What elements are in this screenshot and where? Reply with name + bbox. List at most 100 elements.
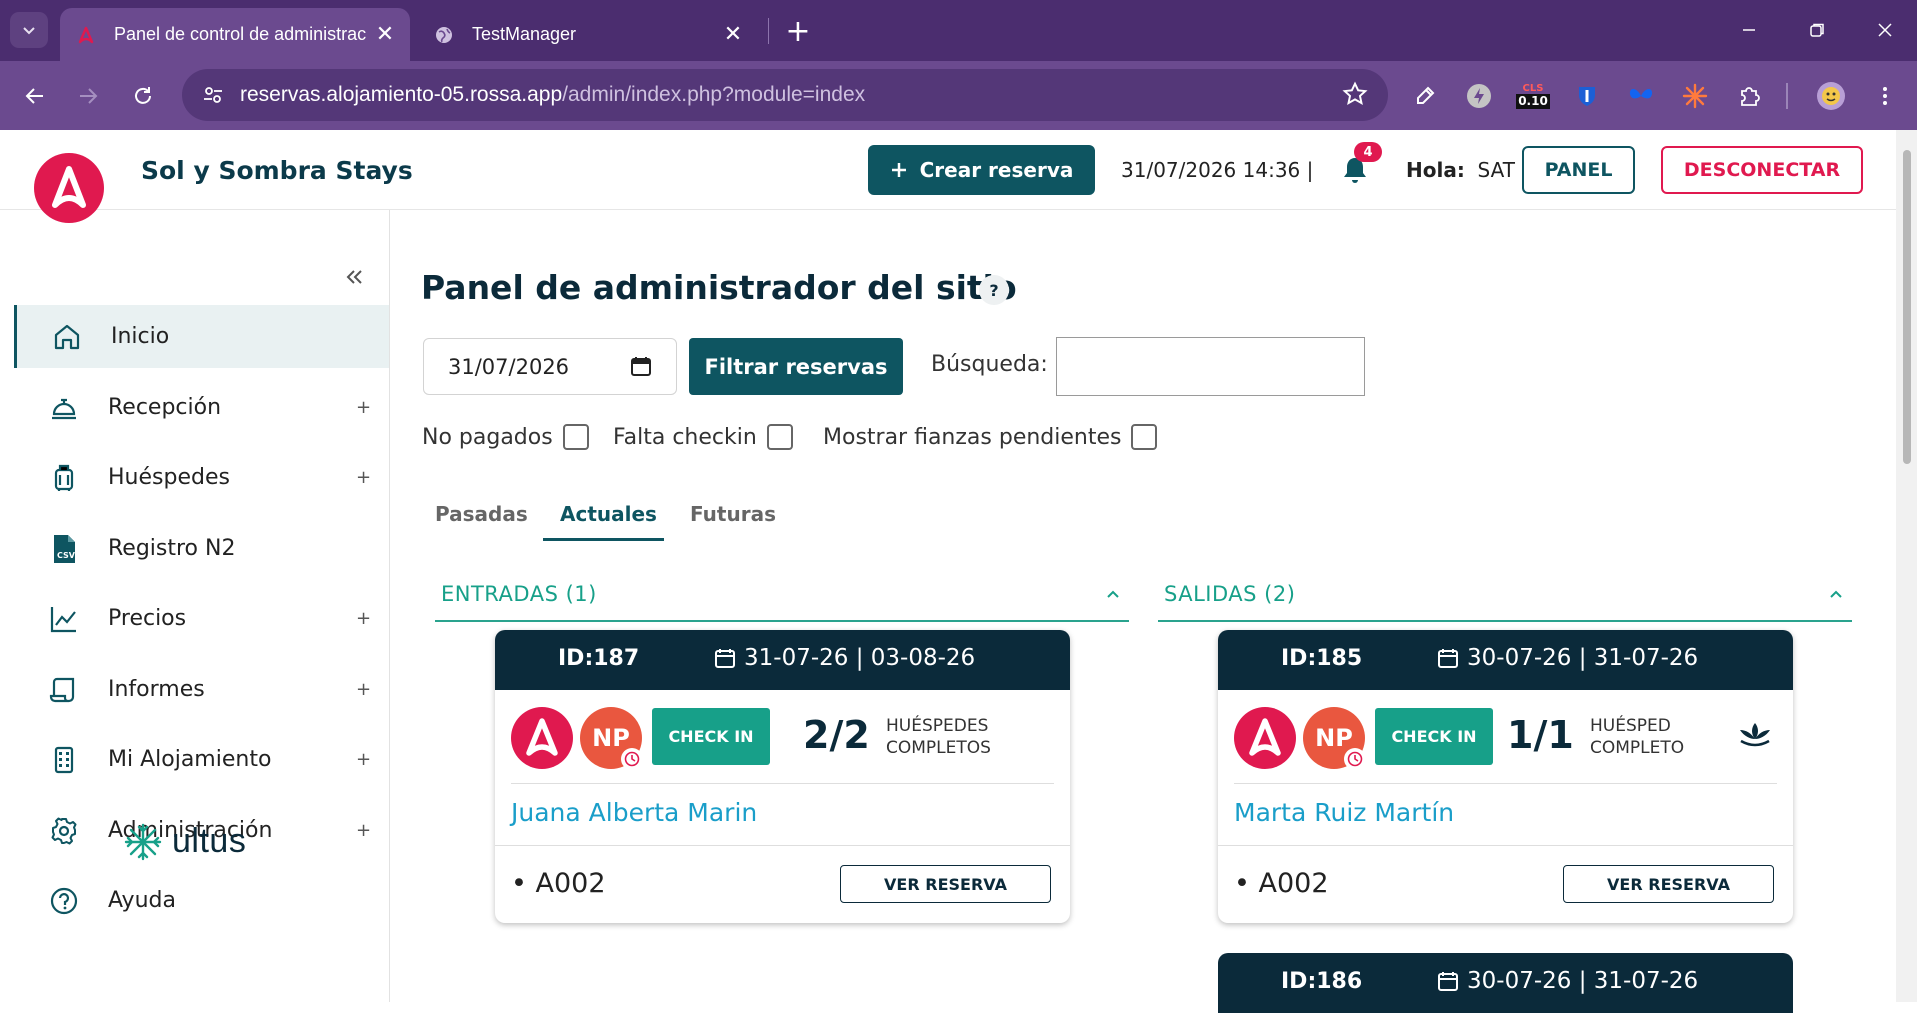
divider: [1218, 845, 1793, 846]
checkbox-no-pagados[interactable]: No pagados: [422, 424, 589, 450]
calendar-icon[interactable]: [630, 355, 652, 382]
bookmark-star-icon[interactable]: [1342, 81, 1368, 107]
active-tab-indicator: [543, 538, 664, 541]
guest-count-label-2: COMPLETO: [1590, 738, 1685, 758]
close-tab-icon[interactable]: ✕: [370, 20, 400, 50]
page-title: Panel de administrador del sitio: [421, 268, 1017, 307]
sidebar-item-inicio[interactable]: Inicio: [14, 305, 389, 368]
help-badge[interactable]: ?: [979, 275, 1009, 305]
back-button[interactable]: [17, 78, 53, 114]
rossa-avatar-icon: [1234, 707, 1296, 773]
browser-toolbar: reservas.alojamiento-05.rossa.app/admin/…: [0, 61, 1917, 130]
tab-pasadas[interactable]: Pasadas: [435, 502, 528, 526]
close-tab-icon[interactable]: ✕: [718, 20, 748, 50]
ultus-logo: ultus: [124, 822, 246, 861]
url-text: reservas.alojamiento-05.rossa.app/admin/…: [240, 83, 865, 107]
building-icon: [46, 742, 82, 778]
sidebar-item-mi-alojamiento[interactable]: Mi Alojamiento +: [14, 728, 389, 791]
checkbox-fianzas-pendientes[interactable]: Mostrar fianzas pendientes: [823, 424, 1158, 450]
chevron-up-icon[interactable]: [1103, 584, 1123, 608]
logout-button[interactable]: DESCONECTAR: [1661, 146, 1863, 194]
gear-icon: [46, 813, 82, 849]
cls-value: 0.10: [1516, 94, 1550, 109]
guest-count-label: HUÉSPEDES COMPLETOS: [886, 715, 991, 759]
checkbox-box[interactable]: [766, 424, 793, 450]
view-reservation-button[interactable]: VER RESERVA: [840, 865, 1051, 903]
butterfly-icon[interactable]: [1622, 77, 1660, 115]
expand-plus-icon[interactable]: +: [356, 749, 371, 770]
search-input[interactable]: [1056, 337, 1365, 396]
page-scrollbar-thumb[interactable]: [1903, 150, 1911, 464]
reservation-dates: 30-07-26 | 31-07-26: [1437, 645, 1698, 671]
checkbox-falta-checkin[interactable]: Falta checkin: [613, 424, 793, 450]
new-tab-button[interactable]: +: [780, 14, 816, 49]
divider: [495, 845, 1070, 846]
calendar-icon: [1437, 647, 1459, 669]
sidebar-item-label: Inicio: [111, 324, 170, 349]
expand-plus-icon[interactable]: +: [356, 608, 371, 629]
expand-plus-icon[interactable]: +: [356, 467, 371, 488]
sidebar-item-recepcion[interactable]: Recepción +: [14, 376, 389, 439]
shield-icon[interactable]: [1568, 77, 1606, 115]
minimize-button[interactable]: [1724, 10, 1774, 50]
close-window-button[interactable]: [1860, 10, 1910, 50]
sidebar-item-precios[interactable]: Precios +: [14, 587, 389, 650]
browser-tab-testmanager[interactable]: TestManager ✕: [418, 8, 758, 61]
restore-button[interactable]: [1792, 10, 1842, 50]
entradas-section-header[interactable]: ENTRADAS (1): [435, 582, 1129, 622]
reservation-id: ID:185: [1281, 646, 1363, 671]
check-in-button[interactable]: CHECK IN: [652, 708, 770, 765]
eyedropper-icon[interactable]: [1406, 77, 1444, 115]
sidebar-item-ayuda[interactable]: Ayuda: [14, 869, 389, 932]
expand-plus-icon[interactable]: +: [356, 397, 371, 418]
tab-actuales[interactable]: Actuales: [560, 502, 657, 526]
clock-icon: [1344, 748, 1366, 770]
site-info-icon[interactable]: [196, 78, 230, 112]
sidebar-item-huespedes[interactable]: Huéspedes +: [14, 446, 389, 509]
burst-icon[interactable]: [1676, 77, 1714, 115]
browser-tab-bar: Panel de control de administrac ✕ TestMa…: [0, 0, 1917, 61]
sidebar-item-registro-n2[interactable]: CSV Registro N2: [14, 517, 389, 580]
panel-button[interactable]: PANEL: [1522, 146, 1635, 194]
dates-text: 31-07-26 | 03-08-26: [744, 645, 976, 671]
browser-menu-icon[interactable]: [1866, 77, 1904, 115]
reload-button[interactable]: [125, 78, 161, 114]
checkbox-box[interactable]: [1131, 424, 1158, 450]
card-header: ID:185 30-07-26 | 31-07-26: [1218, 630, 1793, 690]
greeting-user: SAT: [1477, 158, 1515, 182]
expand-plus-icon[interactable]: +: [356, 679, 371, 700]
forward-button[interactable]: [70, 78, 106, 114]
browser-tab-admin[interactable]: Panel de control de administrac ✕: [60, 8, 410, 61]
check-in-button[interactable]: CHECK IN: [1375, 708, 1493, 765]
sidebar-item-label: Informes: [108, 677, 205, 702]
guest-name-link[interactable]: Juana Alberta Marin: [511, 798, 757, 827]
view-reservation-button[interactable]: VER RESERVA: [1563, 865, 1774, 903]
chevron-up-icon[interactable]: [1826, 584, 1846, 608]
date-input[interactable]: 31/07/2026: [423, 338, 677, 395]
guest-name-link[interactable]: Marta Ruiz Martín: [1234, 798, 1454, 827]
app-header: Sol y Sombra Stays Crear reserva 31/07/2…: [0, 130, 1896, 223]
reservation-id: ID:187: [558, 646, 640, 671]
rossa-favicon-icon: [74, 23, 98, 47]
address-bar[interactable]: reservas.alojamiento-05.rossa.app/admin/…: [182, 69, 1388, 121]
salidas-section-header[interactable]: SALIDAS (2): [1158, 582, 1852, 622]
sidebar-item-label: Mi Alojamiento: [108, 747, 272, 772]
reservation-dates: 30-07-26 | 31-07-26: [1437, 968, 1698, 994]
sidebar-item-informes[interactable]: Informes +: [14, 658, 389, 721]
tab-search-button[interactable]: [10, 12, 48, 48]
puzzle-icon[interactable]: [1730, 77, 1768, 115]
url-host: reservas.alojamiento-05.rossa.app: [240, 83, 563, 106]
brand-name: Sol y Sombra Stays: [141, 156, 413, 185]
profile-avatar-icon[interactable]: [1812, 77, 1850, 115]
filter-reservations-button[interactable]: Filtrar reservas: [689, 338, 903, 395]
lightning-icon[interactable]: [1460, 77, 1498, 115]
clock-icon: [621, 748, 643, 770]
create-reservation-button[interactable]: Crear reserva: [868, 145, 1095, 195]
collapse-sidebar-icon[interactable]: [344, 266, 366, 292]
tab-futuras[interactable]: Futuras: [690, 502, 776, 526]
cls-badge-icon[interactable]: CLS 0.10: [1514, 77, 1552, 115]
reservation-card-partial: ID:186 30-07-26 | 31-07-26: [1218, 953, 1793, 1013]
checkbox-box[interactable]: [562, 424, 589, 450]
create-reservation-label: Crear reserva: [919, 158, 1074, 182]
expand-plus-icon[interactable]: +: [356, 820, 371, 841]
